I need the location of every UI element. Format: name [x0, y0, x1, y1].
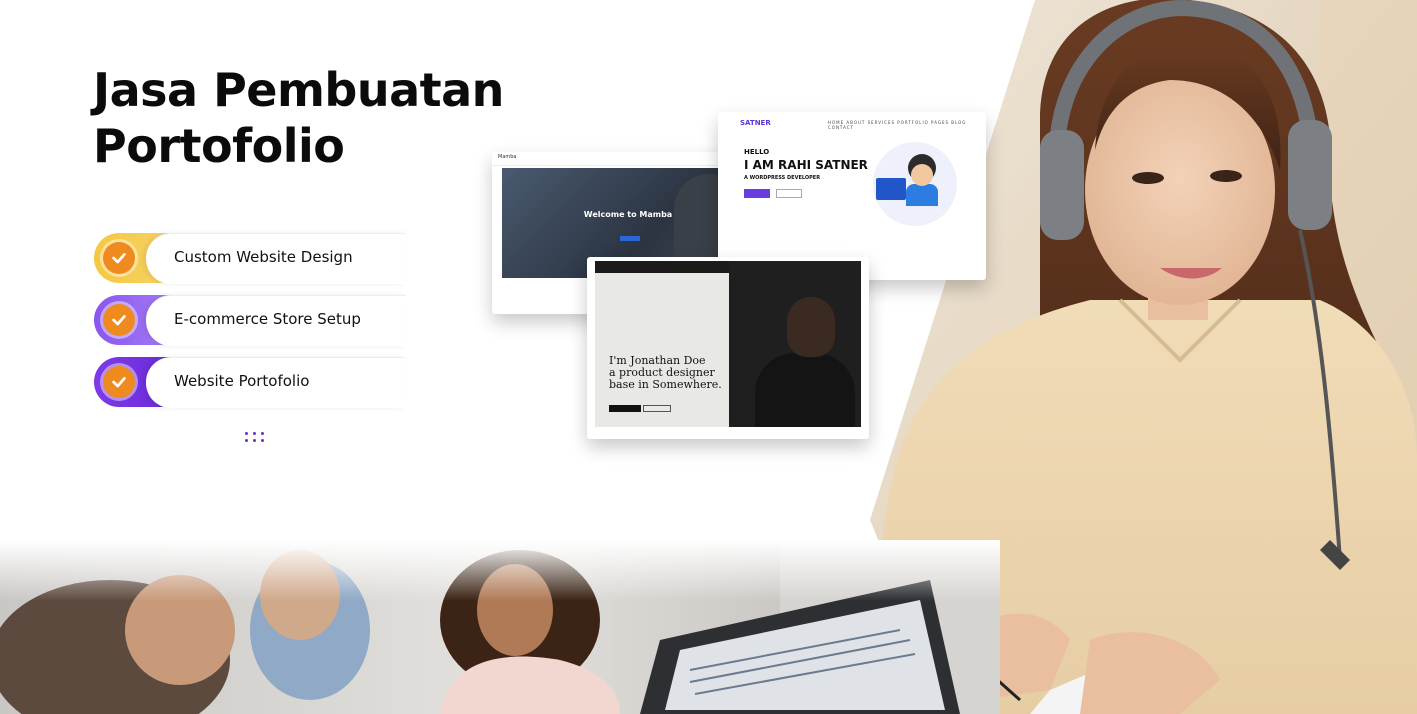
- mockup-subtitle: A WORDPRESS DEVELOPER: [744, 175, 821, 181]
- title-line-1: Jasa Pembuatan: [93, 63, 504, 117]
- mockup-person-head: [787, 297, 835, 357]
- mockup-nav: Mamba: [492, 152, 754, 166]
- monitor-icon: [876, 178, 906, 200]
- checkmark-icon: [103, 304, 135, 336]
- mockup-left-panel: [595, 261, 729, 427]
- mockup-character-body: [906, 184, 938, 206]
- mockup-satner-website: SATNER HOME ABOUT SERVICES PORTFOLIO PAG…: [718, 112, 986, 280]
- mockup-topbar: [595, 261, 729, 273]
- feature-label: Website Portofolio: [174, 372, 310, 390]
- mockup-primary-button: [609, 405, 641, 412]
- team-working-photo: [0, 540, 1000, 714]
- mockup-hello: HELLO: [744, 148, 770, 156]
- mockup-primary-button: [744, 189, 770, 198]
- mockup-jonathan-website: I'm Jonathan Doe a product designer base…: [587, 257, 869, 439]
- banner: Jasa Pembuatan Portofolio Custom Website…: [0, 0, 1417, 714]
- dots-decoration-icon: [245, 431, 267, 445]
- mockup-character-face: [911, 164, 933, 186]
- mockup-menu: HOME ABOUT SERVICES PORTFOLIO PAGES BLOG…: [828, 120, 967, 130]
- title-line-2: Portofolio: [93, 119, 345, 173]
- page-title: Jasa Pembuatan Portofolio: [93, 62, 504, 174]
- mockup-intro-line-3: base in Somewhere.: [609, 378, 722, 391]
- checkmark-icon: [103, 366, 135, 398]
- feature-item-custom-website: Custom Website Design: [94, 233, 406, 284]
- mockup-secondary-button: [643, 405, 671, 412]
- feature-label: Custom Website Design: [174, 248, 353, 266]
- mockup-secondary-button: [776, 189, 802, 198]
- mockup-heading: Welcome to Mamba: [583, 210, 673, 219]
- mockup-intro-text: I'm Jonathan Doe a product designer base…: [609, 355, 722, 391]
- checkmark-icon: [103, 242, 135, 274]
- feature-item-website-portofolio: Website Portofolio: [94, 357, 406, 408]
- feature-label: E-commerce Store Setup: [174, 310, 361, 328]
- feature-item-ecommerce: E-commerce Store Setup: [94, 295, 406, 346]
- mockup-button: [620, 236, 640, 241]
- mockup-person-torso: [755, 353, 855, 427]
- mockup-name: I AM RAHI SATNER: [744, 158, 868, 172]
- mockup-logo: SATNER: [740, 119, 771, 127]
